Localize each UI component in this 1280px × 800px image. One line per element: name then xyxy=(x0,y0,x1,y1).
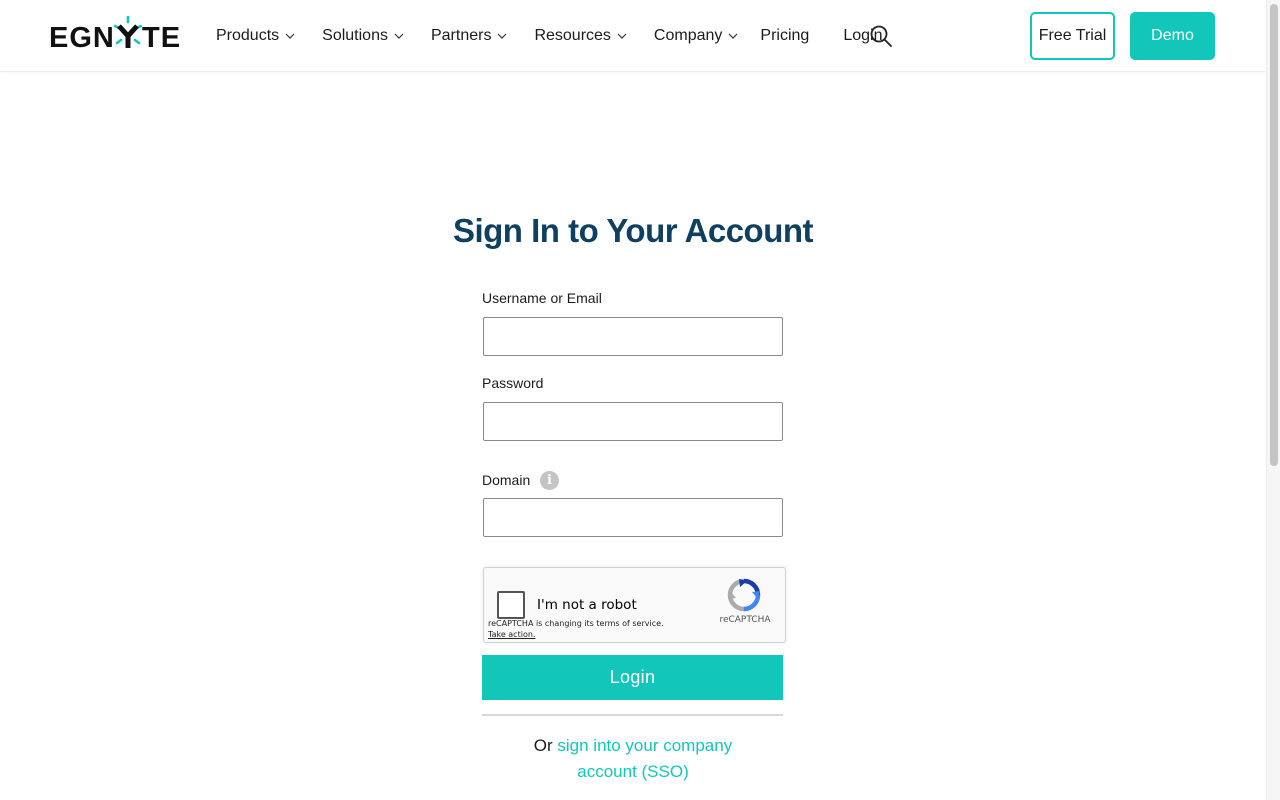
svg-text:EGN: EGN xyxy=(49,22,115,50)
page-title: Sign In to Your Account xyxy=(452,212,814,249)
chevron-down-icon xyxy=(394,33,404,39)
divider xyxy=(482,714,783,716)
main-nav: Products Solutions Partners Resources Compan… xyxy=(216,0,882,72)
recaptcha-brand-label: reCAPTCHA xyxy=(719,615,771,625)
recaptcha-widget: I'm not a robot reCAPTCHA is changing it… xyxy=(483,567,786,643)
nav-item-label: Company xyxy=(653,27,723,44)
recaptcha-take-action-link[interactable]: Take action. xyxy=(488,629,535,640)
site-header: EGN TE Products Solutions Partners Resource… xyxy=(0,0,1266,72)
nav-item-label: Resources xyxy=(534,27,611,44)
page-scrollbar[interactable] xyxy=(1266,0,1280,800)
demo-button[interactable]: Demo xyxy=(1130,12,1215,60)
scrollbar-thumb[interactable] xyxy=(1270,4,1278,466)
login-button[interactable]: Login xyxy=(482,655,783,700)
recaptcha-notice: reCAPTCHA is changing its terms of servi… xyxy=(488,618,664,640)
username-input[interactable] xyxy=(483,317,783,356)
sso-link[interactable]: sign into your company account (SSO) xyxy=(557,736,732,781)
nav-item-partners[interactable]: Partners xyxy=(431,27,507,45)
password-label: Password xyxy=(482,375,544,391)
sso-prompt: Or sign into your company account (SSO) xyxy=(520,733,746,785)
nav-item-products[interactable]: Products xyxy=(216,27,295,45)
recaptcha-notice-text: reCAPTCHA is changing its terms of servi… xyxy=(488,619,664,628)
free-trial-button[interactable]: Free Trial xyxy=(1030,12,1115,60)
username-label: Username or Email xyxy=(482,290,602,306)
search-icon[interactable] xyxy=(869,24,893,48)
domain-label: Domain xyxy=(482,472,531,488)
info-icon[interactable]: i xyxy=(540,471,559,490)
domain-input[interactable] xyxy=(483,498,783,537)
nav-item-resources[interactable]: Resources xyxy=(534,27,627,45)
nav-item-company[interactable]: Company xyxy=(654,27,738,45)
chevron-down-icon xyxy=(728,33,738,39)
svg-text:TE: TE xyxy=(142,22,181,50)
nav-item-solutions[interactable]: Solutions xyxy=(322,27,404,45)
recaptcha-logo-icon xyxy=(727,578,761,612)
nav-item-label: Partners xyxy=(430,27,492,44)
nav-item-label: Pricing xyxy=(760,27,810,44)
chevron-down-icon xyxy=(285,33,295,39)
chevron-down-icon xyxy=(617,33,627,39)
password-input[interactable] xyxy=(483,402,783,441)
recaptcha-label: I'm not a robot xyxy=(537,597,637,613)
nav-item-pricing[interactable]: Pricing xyxy=(760,27,809,45)
nav-item-label: Solutions xyxy=(322,27,388,44)
egnyte-logo[interactable]: EGN TE xyxy=(49,16,186,50)
sso-prefix: Or xyxy=(533,736,553,755)
nav-item-label: Products xyxy=(216,27,280,44)
chevron-down-icon xyxy=(498,33,507,39)
recaptcha-checkbox[interactable] xyxy=(497,591,525,619)
